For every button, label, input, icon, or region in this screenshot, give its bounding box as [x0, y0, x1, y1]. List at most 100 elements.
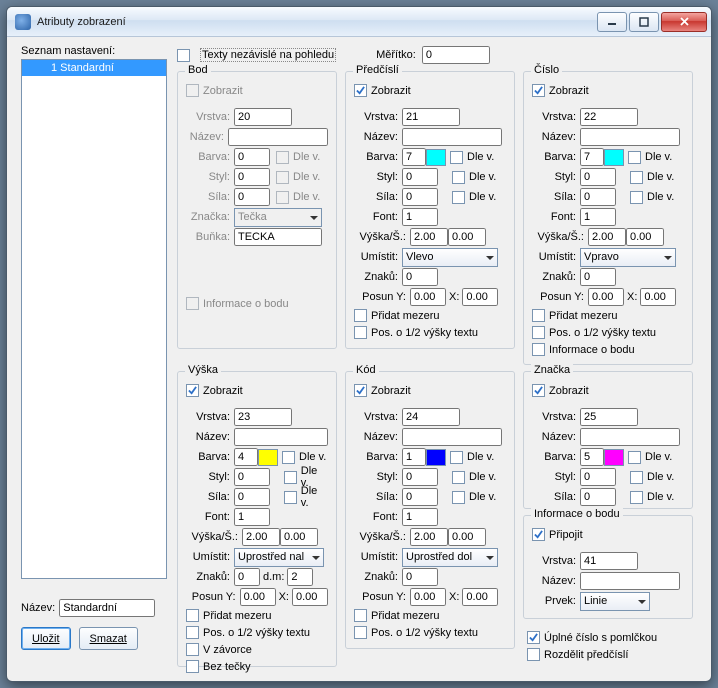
ci-half-cb[interactable] — [532, 326, 545, 339]
vy-font-input[interactable] — [234, 508, 270, 526]
zn-styl-input[interactable] — [580, 468, 616, 486]
ci-posunx-input[interactable] — [640, 288, 676, 306]
pc-znaku-input[interactable] — [402, 268, 438, 286]
vy-vyska-input[interactable] — [242, 528, 280, 546]
vy-sirka-input[interactable] — [280, 528, 318, 546]
pc-sila-dlev-cb[interactable] — [452, 191, 465, 204]
maximize-button[interactable] — [629, 12, 659, 32]
pc-vyska-input[interactable] — [410, 228, 448, 246]
ko-styl-input[interactable] — [402, 468, 438, 486]
ko-znaku-input[interactable] — [402, 568, 438, 586]
pc-sirka-input[interactable] — [448, 228, 486, 246]
info-pripojit-checkbox[interactable] — [532, 528, 545, 541]
ci-barva-dlev-cb[interactable] — [628, 151, 641, 164]
pc-posunx-input[interactable] — [462, 288, 498, 306]
vy-vrstva-input[interactable] — [234, 408, 292, 426]
pc-barva-dlev-cb[interactable] — [450, 151, 463, 164]
vy-sila-dlev-cb[interactable] — [284, 491, 297, 504]
pc-posuny-input[interactable] — [410, 288, 446, 306]
pc-vrstva-input[interactable] — [402, 108, 460, 126]
list-item[interactable]: 1 Standardní — [22, 60, 166, 76]
scale-input[interactable] — [422, 46, 490, 64]
ko-sila-input[interactable] — [402, 488, 438, 506]
save-button[interactable]: Uložit — [21, 627, 71, 650]
pc-font-input[interactable] — [402, 208, 438, 226]
zn-barva-dlev-cb[interactable] — [628, 451, 641, 464]
ko-swatch[interactable] — [426, 449, 446, 466]
ci-styl-dlev-cb[interactable] — [630, 171, 643, 184]
ko-font-input[interactable] — [402, 508, 438, 526]
vy-zavorce-cb[interactable] — [186, 643, 199, 656]
vy-znaku-input[interactable] — [234, 568, 260, 586]
vy-posunx-input[interactable] — [292, 588, 328, 606]
ci-barva-input[interactable] — [580, 148, 604, 166]
in-prvek-select[interactable]: Linie — [580, 592, 650, 611]
ci-styl-input[interactable] — [580, 168, 616, 186]
pc-umistit-select[interactable]: Vlevo — [402, 248, 498, 267]
name-input[interactable] — [59, 599, 155, 617]
ko-vrstva-input[interactable] — [402, 408, 460, 426]
zn-styl-dlev-cb[interactable] — [630, 471, 643, 484]
zn-barva-input[interactable] — [580, 448, 604, 466]
ko-sirka-input[interactable] — [448, 528, 486, 546]
zn-vrstva-input[interactable] — [580, 408, 638, 426]
vy-barva-input[interactable] — [234, 448, 258, 466]
ci-vrstva-input[interactable] — [580, 108, 638, 126]
vy-half-cb[interactable] — [186, 626, 199, 639]
in-nazev-input[interactable] — [580, 572, 680, 590]
ci-info-cb[interactable] — [532, 343, 545, 356]
ci-sila-dlev-cb[interactable] — [630, 191, 643, 204]
vy-styl-input[interactable] — [234, 468, 270, 486]
vyska-show-checkbox[interactable] — [186, 384, 199, 397]
minimize-button[interactable] — [597, 12, 627, 32]
close-button[interactable] — [661, 12, 707, 32]
vy-sila-input[interactable] — [234, 488, 270, 506]
ci-sila-input[interactable] — [580, 188, 616, 206]
ko-posuny-input[interactable] — [410, 588, 446, 606]
ko-half-cb[interactable] — [354, 626, 367, 639]
pc-swatch[interactable] — [426, 149, 446, 166]
ko-styl-dlev-cb[interactable] — [452, 471, 465, 484]
vy-styl-dlev-cb[interactable] — [284, 471, 297, 484]
zn-nazev-input[interactable] — [580, 428, 680, 446]
cislo-show-checkbox[interactable] — [532, 84, 545, 97]
ko-nazev-input[interactable] — [402, 428, 502, 446]
vy-posuny-input[interactable] — [240, 588, 276, 606]
pc-barva-input[interactable] — [402, 148, 426, 166]
ci-umistit-select[interactable]: Vpravo — [580, 248, 676, 267]
zn-swatch[interactable] — [604, 449, 624, 466]
ko-vyska-input[interactable] — [410, 528, 448, 546]
ci-swatch[interactable] — [604, 149, 624, 166]
kod-show-checkbox[interactable] — [354, 384, 367, 397]
delete-button[interactable]: Smazat — [79, 627, 138, 650]
ko-barva-input[interactable] — [402, 448, 426, 466]
ci-sirka-input[interactable] — [626, 228, 664, 246]
ci-znaku-input[interactable] — [580, 268, 616, 286]
ci-nazev-input[interactable] — [580, 128, 680, 146]
znacka-show-checkbox[interactable] — [532, 384, 545, 397]
vy-nazev-input[interactable] — [234, 428, 328, 446]
vy-mezera-cb[interactable] — [186, 609, 199, 622]
ci-posuny-input[interactable] — [588, 288, 624, 306]
ko-mezera-cb[interactable] — [354, 609, 367, 622]
vy-dm-input[interactable] — [287, 568, 313, 586]
pc-styl-dlev-cb[interactable] — [452, 171, 465, 184]
in-vrstva-input[interactable] — [580, 552, 638, 570]
predcisli-show-checkbox[interactable] — [354, 84, 367, 97]
pc-mezera-cb[interactable] — [354, 309, 367, 322]
pc-half-cb[interactable] — [354, 326, 367, 339]
rozdelit-cb[interactable] — [527, 648, 540, 661]
ko-sila-dlev-cb[interactable] — [452, 491, 465, 504]
ci-vyska-input[interactable] — [588, 228, 626, 246]
ko-barva-dlev-cb[interactable] — [450, 451, 463, 464]
uplne-cislo-cb[interactable] — [527, 631, 540, 644]
vy-barva-dlev-cb[interactable] — [282, 451, 295, 464]
zn-sila-dlev-cb[interactable] — [630, 491, 643, 504]
vy-swatch[interactable] — [258, 449, 278, 466]
zn-sila-input[interactable] — [580, 488, 616, 506]
pc-sila-input[interactable] — [402, 188, 438, 206]
texts-independent-checkbox[interactable] — [177, 49, 190, 62]
ko-posunx-input[interactable] — [462, 588, 498, 606]
pc-nazev-input[interactable] — [402, 128, 502, 146]
pc-styl-input[interactable] — [402, 168, 438, 186]
